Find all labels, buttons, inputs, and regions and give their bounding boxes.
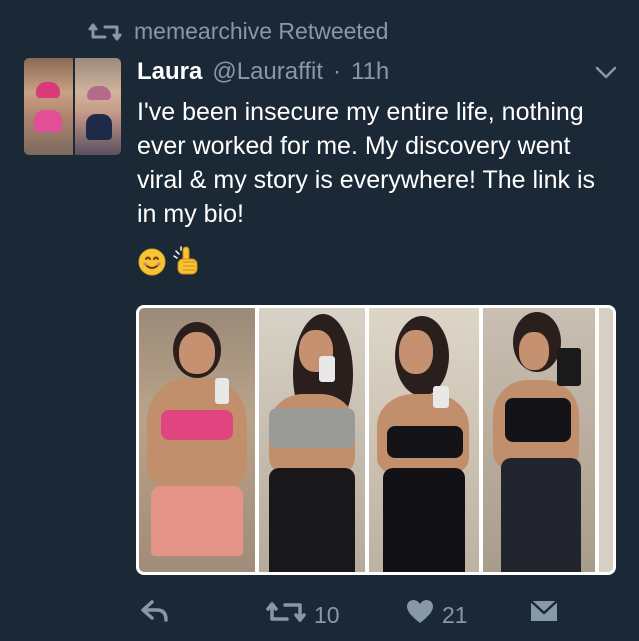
smiling-face-emoji (137, 247, 167, 282)
retweeted-by-row[interactable]: memearchive Retweeted (88, 18, 388, 45)
retweet-button[interactable]: 10 (266, 599, 340, 631)
retweet-icon (88, 21, 122, 43)
retweet-count: 10 (314, 601, 340, 628)
photo-panel (369, 308, 479, 572)
tweet-actions-bar: 10 21 (0, 595, 639, 635)
reply-button[interactable] (140, 599, 170, 629)
like-count: 21 (442, 601, 468, 628)
pointing-up-emoji (173, 246, 201, 283)
chevron-down-icon[interactable] (595, 66, 617, 85)
tweet-text: I've been insecure my entire life, nothi… (137, 98, 595, 228)
retweeted-by-label: memearchive Retweeted (134, 18, 389, 44)
separator-dot: · (333, 58, 342, 85)
photo-panel (483, 308, 595, 572)
reply-icon (140, 599, 170, 629)
photo-panel (599, 308, 613, 572)
tweet-time[interactable]: 11h (351, 58, 389, 86)
retweet-icon (266, 599, 306, 631)
photo-panel (259, 308, 365, 572)
photo-panel (139, 308, 255, 572)
author-name[interactable]: Laura (137, 58, 202, 86)
tweet-header: Laura @Lauraffit · 11h (137, 58, 389, 86)
direct-message-button[interactable] (530, 599, 558, 629)
heart-icon (406, 599, 434, 631)
avatar[interactable] (24, 58, 121, 155)
direct-message-icon (530, 599, 558, 629)
author-handle[interactable]: @Lauraffit (212, 58, 323, 86)
like-button[interactable]: 21 (406, 599, 468, 631)
tweet-media-image[interactable] (136, 305, 616, 575)
emoji-row (137, 246, 201, 283)
